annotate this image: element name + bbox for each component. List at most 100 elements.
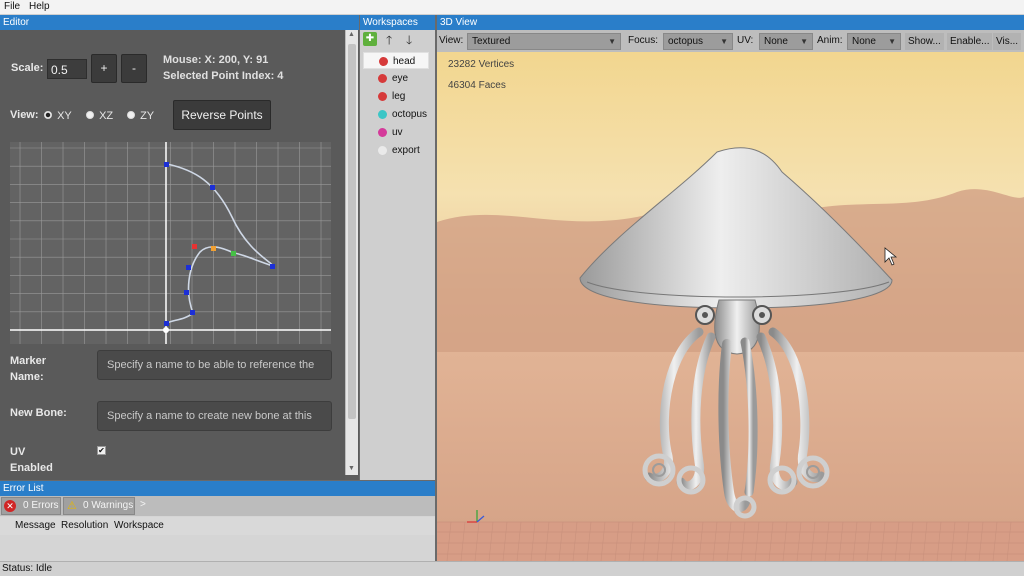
radio-icon [44, 111, 52, 119]
workspace-item-label: export [392, 145, 420, 156]
error-list-columns: Message Resolution Workspace [0, 517, 435, 535]
menu-help[interactable]: Help [29, 1, 50, 12]
control-point[interactable] [270, 264, 275, 269]
focus-label: Focus: [628, 35, 659, 46]
face-count: 46304 Faces [448, 80, 506, 91]
control-point[interactable] [164, 162, 169, 167]
scale-minus-button[interactable]: - [121, 54, 147, 83]
scale-input[interactable]: 0.5 [47, 59, 87, 79]
workspace-item-export[interactable]: export [363, 142, 429, 159]
selected-point-index: Selected Point Index: 4 [163, 70, 284, 82]
radio-icon [86, 111, 94, 119]
new-bone-input[interactable]: Specify a name to create new bone at thi… [97, 401, 332, 431]
scrollbar-thumb[interactable] [348, 44, 356, 419]
workspace-status-icon [378, 74, 387, 83]
anim-dropdown[interactable]: None ▼ [847, 33, 901, 50]
anim-label: Anim: [817, 35, 843, 46]
errors-filter-button[interactable]: ✕ 0 Errors [1, 497, 61, 515]
control-point[interactable] [186, 265, 191, 270]
3d-viewport[interactable]: 23282 Vertices 46304 Faces [437, 52, 1024, 561]
workspace-item-uv[interactable]: uv [363, 124, 429, 141]
enable-menu-button[interactable]: Enable... [947, 33, 993, 50]
chevron-down-icon: ▼ [720, 37, 728, 46]
focus-dropdown[interactable]: octopus ▼ [663, 33, 733, 50]
3d-view-title: 3D View [437, 15, 1024, 30]
workspace-item-label: uv [392, 127, 403, 138]
column-resolution[interactable]: Resolution [61, 520, 108, 531]
control-point[interactable] [184, 290, 189, 295]
scale-plus-button[interactable]: + [91, 54, 117, 83]
error-filter-bar: ✕ 0 Errors ⚠ 0 Warnings > [0, 496, 435, 516]
control-point-red[interactable] [192, 244, 197, 249]
workspace-status-icon [378, 146, 387, 155]
scroll-up-icon[interactable]: ▲ [348, 31, 355, 38]
workspace-item-octopus[interactable]: octopus [363, 106, 429, 123]
vertex-count: 23282 Vertices [448, 59, 515, 70]
column-workspace[interactable]: Workspace [114, 520, 164, 531]
editor-title: Editor [0, 15, 359, 30]
warning-icon: ⚠ [67, 500, 77, 512]
view-option-zy[interactable]: ZY [127, 110, 154, 122]
uv-dropdown[interactable]: None ▼ [759, 33, 813, 50]
scene-render [437, 52, 1024, 561]
chevron-down-icon: ▼ [608, 37, 616, 46]
new-bone-label: New Bone: [10, 407, 67, 419]
uv-label: UV: [737, 35, 754, 46]
workspace-item-label: leg [392, 91, 406, 102]
chevron-down-icon: ▼ [888, 37, 896, 46]
status-text: Status: Idle [2, 563, 53, 574]
view-mode-label: View: [439, 35, 464, 46]
marker-name-label-2: Name: [10, 371, 44, 383]
status-bar: Status: Idle [0, 561, 1024, 576]
uv-value: None [764, 36, 788, 47]
control-point-green[interactable] [231, 251, 236, 256]
view-option-xy[interactable]: XY [44, 110, 72, 122]
control-point-selected[interactable] [211, 246, 216, 251]
marker-name-input[interactable]: Specify a name to be able to reference t… [97, 350, 332, 380]
workspace-status-icon [379, 57, 388, 66]
control-point[interactable] [210, 185, 215, 190]
editor-panel: Editor Scale: 0.5 + - Mouse: X: 200, Y: … [0, 15, 359, 480]
focus-value: octopus [668, 36, 704, 47]
reverse-points-button[interactable]: Reverse Points [173, 100, 271, 130]
menu-bar: File Help [0, 0, 1024, 15]
view-label: View: [10, 109, 39, 121]
workspace-item-label: eye [392, 73, 409, 84]
workspace-item-label: head [393, 56, 416, 67]
menu-file[interactable]: File [4, 1, 20, 12]
error-list-panel: Error List ✕ 0 Errors ⚠ 0 Warnings > Mes… [0, 481, 435, 561]
workspace-item-head[interactable]: head [363, 52, 429, 69]
editor-scrollbar[interactable]: ▲ ▼ [345, 30, 358, 475]
error-list-title: Error List [0, 481, 435, 496]
view-mode-dropdown[interactable]: Textured ▼ [467, 33, 621, 50]
workspace-item-eye[interactable]: eye [363, 70, 429, 87]
visibility-menu-button[interactable]: Vis... [993, 33, 1022, 50]
3d-view-panel: 3D View View: Textured ▼ Focus: octopus … [437, 15, 1024, 561]
scroll-down-icon[interactable]: ▼ [348, 465, 355, 472]
3d-view-toolbar: View: Textured ▼ Focus: octopus ▼ UV: No… [437, 30, 1024, 52]
errors-count: 0 Errors [23, 500, 59, 511]
more-filters-button[interactable]: > [140, 499, 146, 510]
view-option-xz[interactable]: XZ [86, 110, 113, 122]
scale-label: Scale: [11, 62, 44, 74]
move-down-icon[interactable]: 🡓 [406, 31, 412, 52]
uv-enabled-label-1: UV [10, 446, 26, 458]
radio-icon [127, 111, 135, 119]
move-up-icon[interactable]: 🡑 [386, 31, 392, 52]
workspace-item-leg[interactable]: leg [363, 88, 429, 105]
chevron-down-icon: ▼ [800, 37, 808, 46]
add-workspace-icon[interactable]: ✚ [363, 32, 377, 46]
control-point[interactable] [190, 310, 195, 315]
error-icon: ✕ [4, 500, 16, 512]
workspaces-panel: Workspaces ✚ 🡑 🡓 head eye leg octopus uv expo… [360, 15, 435, 480]
control-point[interactable] [164, 321, 169, 326]
workspace-status-icon [378, 110, 387, 119]
marker-name-label-1: Marker [10, 355, 47, 367]
show-menu-button[interactable]: Show... [905, 33, 944, 50]
uv-enabled-checkbox[interactable]: ✔ [97, 446, 106, 455]
column-message[interactable]: Message [15, 520, 56, 531]
mouse-coordinates: Mouse: X: 200, Y: 91 [163, 54, 269, 66]
curve-editor-canvas[interactable] [10, 142, 331, 344]
uv-enabled-label-2: Enabled [10, 462, 53, 474]
warnings-filter-button[interactable]: ⚠ 0 Warnings [63, 497, 135, 515]
